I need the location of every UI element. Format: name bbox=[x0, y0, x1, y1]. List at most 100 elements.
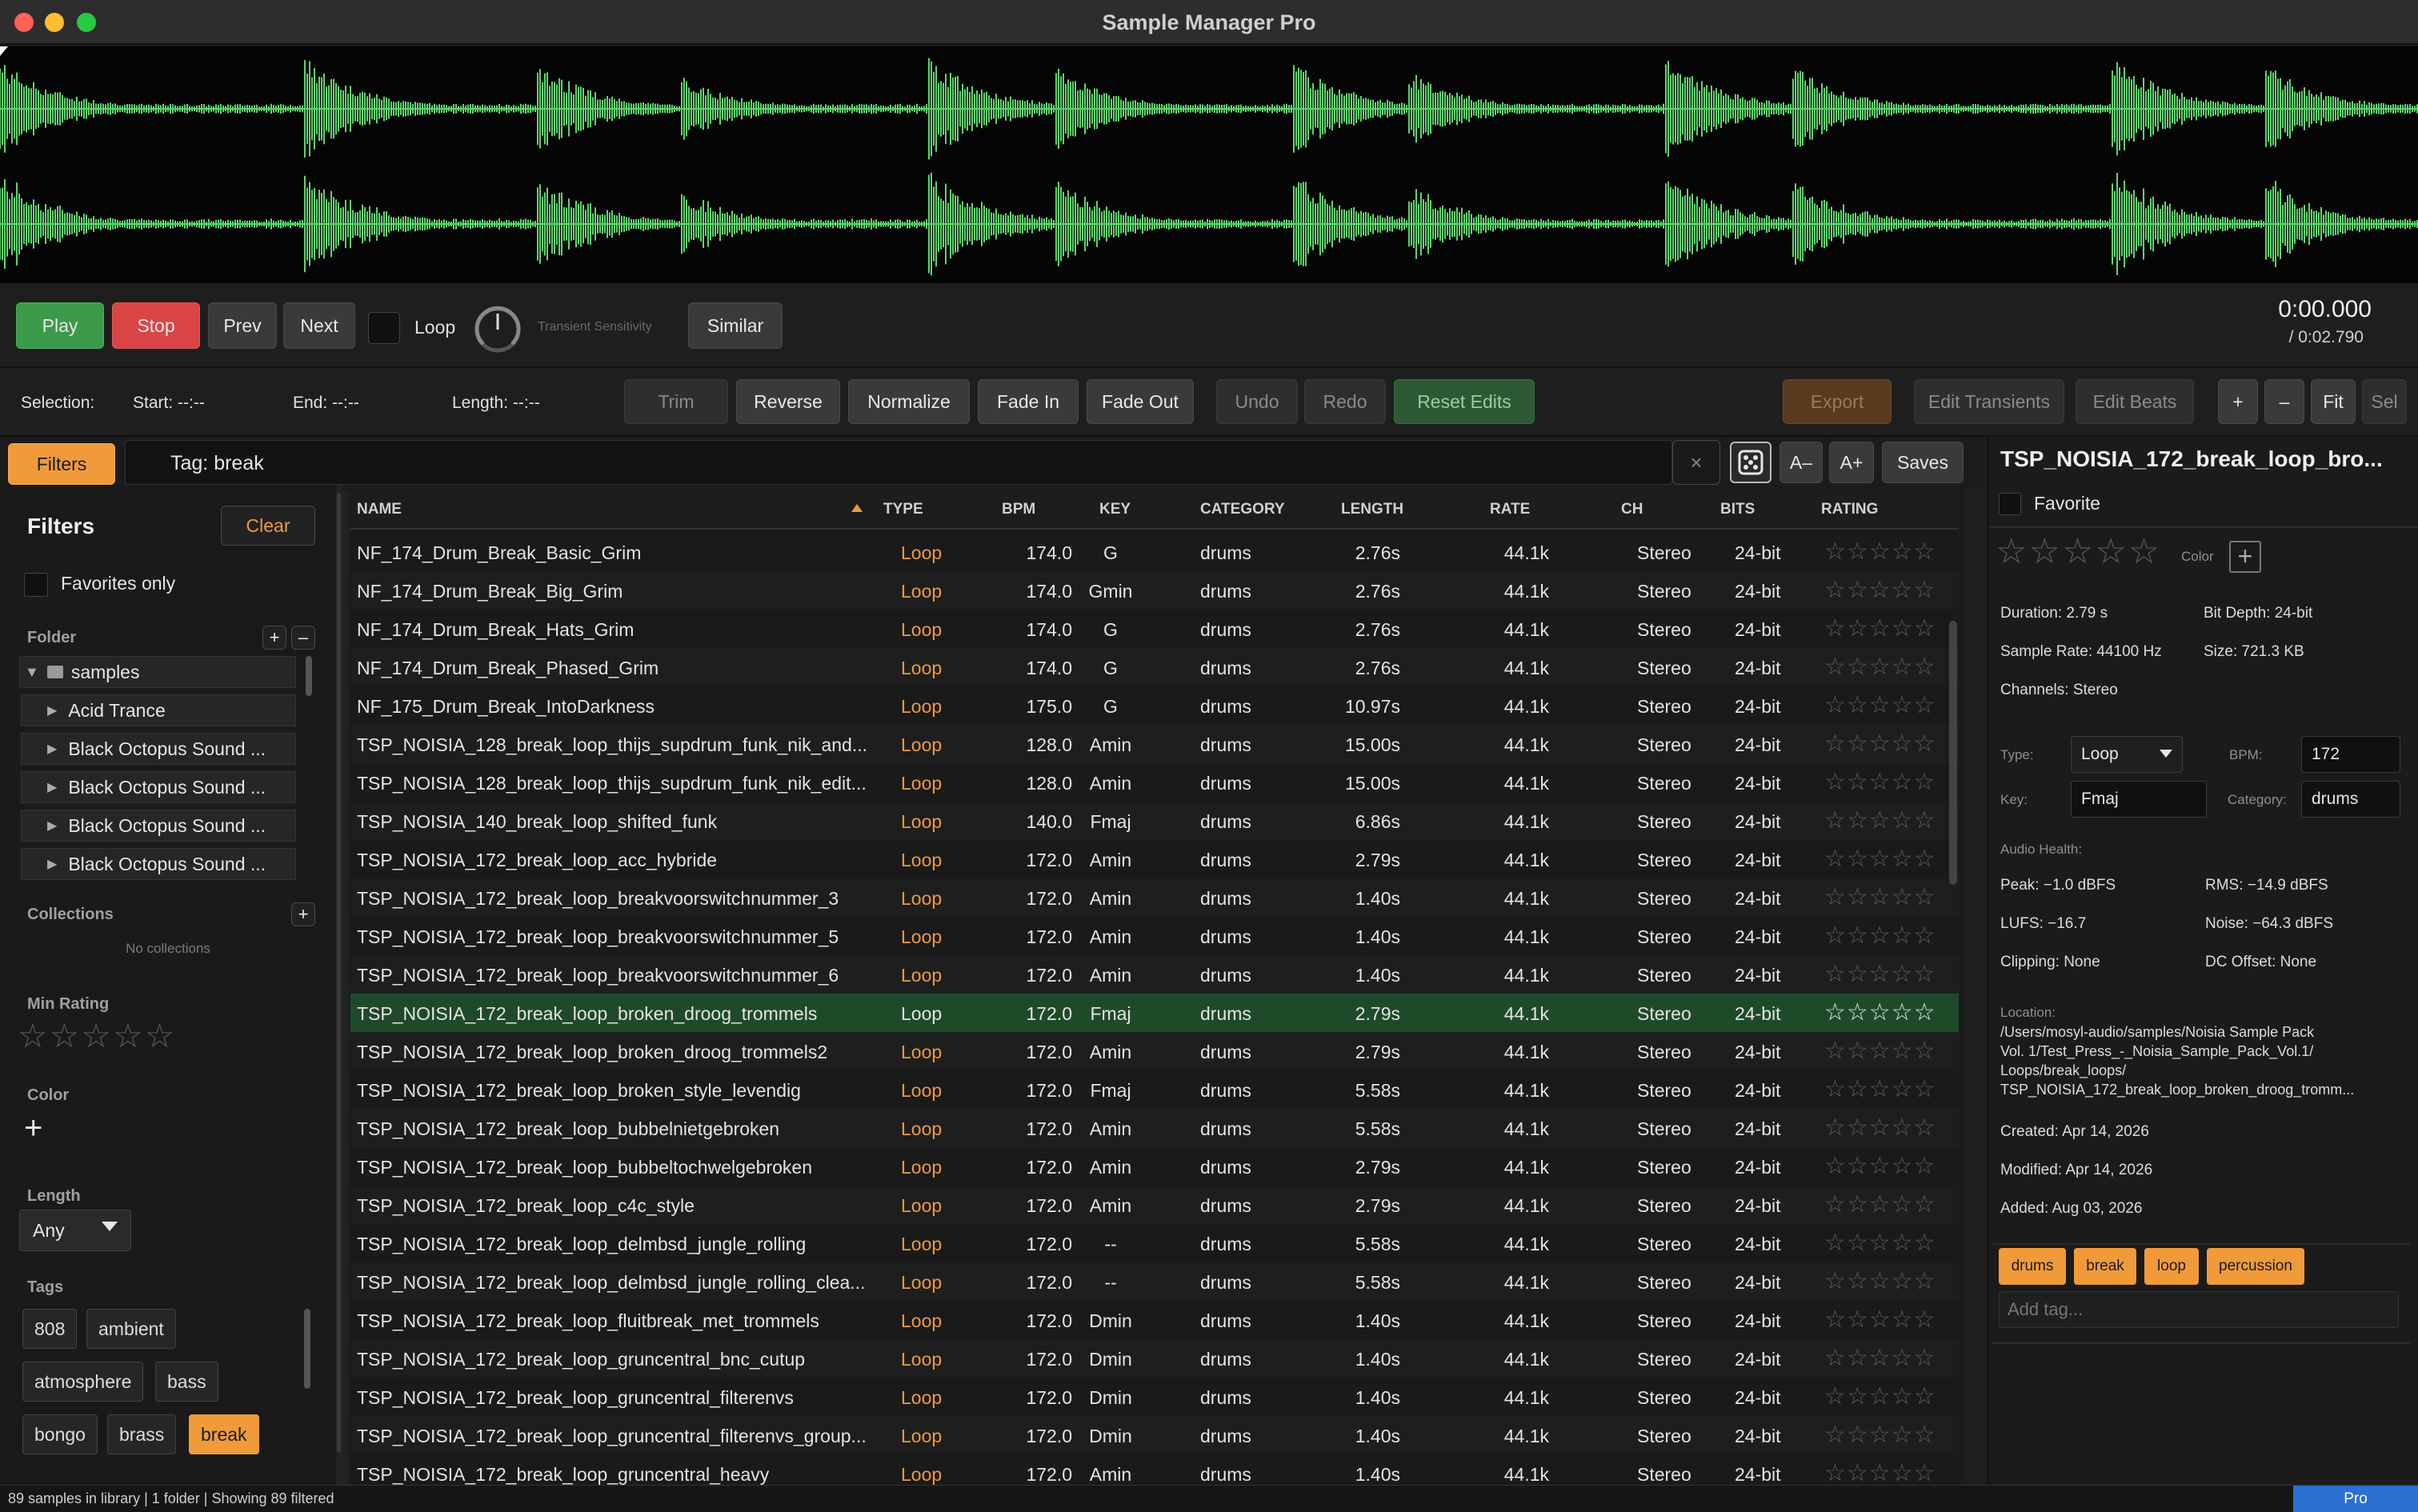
filters-toggle-button[interactable]: Filters bbox=[8, 443, 115, 485]
table-row[interactable]: TSP_NOISIA_172_break_loop_delmbsd_jungle… bbox=[350, 1262, 1959, 1301]
header-bits[interactable]: BITS bbox=[1720, 501, 1755, 518]
zoom-fit-button[interactable]: Fit bbox=[2311, 379, 2356, 424]
category-field[interactable]: drums bbox=[2301, 781, 2400, 818]
redo-button[interactable]: Redo bbox=[1304, 379, 1386, 424]
cell-rating[interactable]: ☆☆☆☆☆ bbox=[1824, 1382, 1936, 1410]
cell-rating[interactable]: ☆☆☆☆☆ bbox=[1824, 1267, 1936, 1295]
header-key[interactable]: KEY bbox=[1099, 501, 1131, 518]
transient-sensitivity-knob[interactable] bbox=[472, 304, 523, 355]
cell-rating[interactable]: ☆☆☆☆☆ bbox=[1824, 1459, 1936, 1485]
remove-folder-button[interactable]: – bbox=[291, 626, 315, 650]
rating-stars[interactable]: ☆☆☆☆☆ bbox=[1996, 531, 2161, 572]
tag-filter-chip[interactable]: ambient bbox=[86, 1309, 176, 1349]
folder-root[interactable]: ▼ samples bbox=[19, 656, 296, 688]
play-button[interactable]: Play bbox=[16, 302, 104, 349]
table-row[interactable]: NF_174_Drum_Break_Basic_Grim Loop 174.0 Gdr… bbox=[350, 533, 1959, 571]
table-row[interactable]: NF_174_Drum_Break_Hats_Grim Loop 174.0 Gdru… bbox=[350, 610, 1959, 648]
bpm-field[interactable]: 172 bbox=[2301, 736, 2400, 773]
header-rating[interactable]: RATING bbox=[1821, 501, 1878, 518]
undo-button[interactable]: Undo bbox=[1216, 379, 1298, 424]
tag-filter-chip[interactable]: 808 bbox=[22, 1309, 78, 1349]
cell-rating[interactable]: ☆☆☆☆☆ bbox=[1824, 538, 1936, 566]
cell-rating[interactable]: ☆☆☆☆☆ bbox=[1824, 1190, 1936, 1218]
fade-out-button[interactable]: Fade Out bbox=[1087, 379, 1194, 424]
table-row[interactable]: TSP_NOISIA_172_break_loop_bubbeltochwelg… bbox=[350, 1147, 1959, 1186]
table-row[interactable]: TSP_NOISIA_172_break_loop_gruncentral_fi… bbox=[350, 1416, 1959, 1454]
table-row[interactable]: TSP_NOISIA_172_break_loop_delmbsd_jungle… bbox=[350, 1224, 1959, 1262]
pro-badge[interactable]: Pro bbox=[2293, 1486, 2418, 1512]
prev-button[interactable]: Prev bbox=[208, 302, 277, 349]
cell-rating[interactable]: ☆☆☆☆☆ bbox=[1824, 768, 1936, 796]
zoom-out-button[interactable]: – bbox=[2264, 379, 2304, 424]
tag-filter-chip[interactable]: bass bbox=[155, 1362, 218, 1402]
stop-button[interactable]: Stop bbox=[112, 302, 200, 349]
folder-item[interactable]: ▶ Black Octopus Sound ... bbox=[21, 810, 296, 842]
tags-scrollbar[interactable] bbox=[304, 1309, 310, 1389]
folder-item[interactable]: ▶ Black Octopus Sound ... bbox=[21, 771, 296, 803]
table-row[interactable]: TSP_NOISIA_172_break_loop_breakvoorswitc… bbox=[350, 878, 1959, 917]
tag-filter-chip[interactable]: brass bbox=[107, 1414, 177, 1454]
cell-rating[interactable]: ☆☆☆☆☆ bbox=[1824, 1344, 1936, 1372]
playhead-marker[interactable] bbox=[0, 46, 8, 56]
cell-rating[interactable]: ☆☆☆☆☆ bbox=[1824, 1037, 1936, 1065]
table-row[interactable]: TSP_NOISIA_172_break_loop_breakvoorswitc… bbox=[350, 917, 1959, 955]
loop-checkbox[interactable] bbox=[368, 312, 400, 344]
tag-filter-chip[interactable]: atmosphere bbox=[22, 1362, 144, 1402]
table-row[interactable]: TSP_NOISIA_172_break_loop_gruncentral_fi… bbox=[350, 1378, 1959, 1416]
key-field[interactable]: Fmaj bbox=[2071, 781, 2207, 818]
type-select[interactable]: Loop bbox=[2071, 736, 2183, 773]
header-bpm[interactable]: BPM bbox=[1002, 501, 1035, 518]
length-select[interactable]: Any bbox=[19, 1210, 131, 1251]
cell-rating[interactable]: ☆☆☆☆☆ bbox=[1824, 960, 1936, 988]
cell-rating[interactable]: ☆☆☆☆☆ bbox=[1824, 922, 1936, 950]
favorites-only-checkbox[interactable] bbox=[24, 573, 48, 597]
table-row[interactable]: TSP_NOISIA_172_break_loop_gruncentral_he… bbox=[350, 1454, 1959, 1485]
folder-item[interactable]: ▶ Black Octopus Sound ... bbox=[21, 733, 296, 765]
header-type[interactable]: TYPE bbox=[883, 501, 923, 518]
trim-button[interactable]: Trim bbox=[624, 379, 728, 424]
search-input[interactable]: Tag: break bbox=[125, 440, 1672, 485]
favorite-checkbox[interactable] bbox=[1999, 493, 2021, 515]
table-row[interactable]: TSP_NOISIA_172_break_loop_c4c_style Loop 1… bbox=[350, 1186, 1959, 1224]
folder-item[interactable]: ▶ Black Octopus Sound ... bbox=[21, 848, 296, 880]
fade-in-button[interactable]: Fade In bbox=[978, 379, 1079, 424]
sample-tag[interactable]: loop bbox=[2144, 1248, 2199, 1285]
edit-beats-button[interactable]: Edit Beats bbox=[2076, 379, 2194, 424]
tag-filter-chip-active[interactable]: break bbox=[189, 1414, 259, 1454]
table-row-selected[interactable]: TSP_NOISIA_172_break_loop_broken_droog_t… bbox=[350, 994, 1959, 1032]
table-row[interactable]: TSP_NOISIA_172_break_loop_broken_style_l… bbox=[350, 1070, 1959, 1109]
cell-rating[interactable]: ☆☆☆☆☆ bbox=[1824, 653, 1936, 681]
cell-rating[interactable]: ☆☆☆☆☆ bbox=[1824, 845, 1936, 873]
add-tag-input[interactable] bbox=[1999, 1291, 2399, 1328]
header-name[interactable]: NAME bbox=[357, 501, 402, 518]
cell-rating[interactable]: ☆☆☆☆☆ bbox=[1824, 998, 1936, 1026]
tag-filter-chip[interactable]: bongo bbox=[22, 1414, 98, 1454]
folder-item[interactable]: ▶ Acid Trance bbox=[21, 694, 296, 726]
cell-rating[interactable]: ☆☆☆☆☆ bbox=[1824, 730, 1936, 758]
add-folder-button[interactable]: + bbox=[262, 626, 286, 650]
cell-rating[interactable]: ☆☆☆☆☆ bbox=[1824, 883, 1936, 911]
table-row[interactable]: NF_174_Drum_Break_Phased_Grim Loop 174.0 Gd… bbox=[350, 648, 1959, 686]
waveform-view[interactable] bbox=[0, 46, 2418, 283]
header-length[interactable]: LENGTH bbox=[1341, 501, 1403, 518]
cell-rating[interactable]: ☆☆☆☆☆ bbox=[1824, 1306, 1936, 1334]
cell-rating[interactable]: ☆☆☆☆☆ bbox=[1824, 614, 1936, 642]
zoom-selection-button[interactable]: Sel bbox=[2362, 379, 2407, 424]
header-ch[interactable]: CH bbox=[1621, 501, 1643, 518]
next-button[interactable]: Next bbox=[283, 302, 355, 349]
splitter-left[interactable] bbox=[341, 490, 349, 1485]
font-larger-button[interactable]: A+ bbox=[1829, 442, 1874, 483]
similar-button[interactable]: Similar bbox=[688, 302, 783, 349]
table-row[interactable]: TSP_NOISIA_172_break_loop_bubbelnietgebr… bbox=[350, 1109, 1959, 1147]
add-color-button[interactable]: + bbox=[2229, 541, 2261, 573]
cell-rating[interactable]: ☆☆☆☆☆ bbox=[1824, 1114, 1936, 1142]
table-scrollbar[interactable] bbox=[1949, 621, 1957, 885]
folder-scrollbar[interactable] bbox=[306, 656, 312, 696]
add-color-icon[interactable]: + bbox=[24, 1112, 42, 1144]
saves-button[interactable]: Saves bbox=[1882, 442, 1964, 483]
table-row[interactable]: TSP_NOISIA_128_break_loop_thijs_supdrum_… bbox=[350, 763, 1959, 802]
splitter-right[interactable] bbox=[1965, 490, 1986, 1485]
waveform-svg[interactable] bbox=[0, 46, 2418, 283]
header-category[interactable]: CATEGORY bbox=[1200, 501, 1285, 518]
table-row[interactable]: TSP_NOISIA_172_break_loop_acc_hybride Loo… bbox=[350, 840, 1959, 878]
